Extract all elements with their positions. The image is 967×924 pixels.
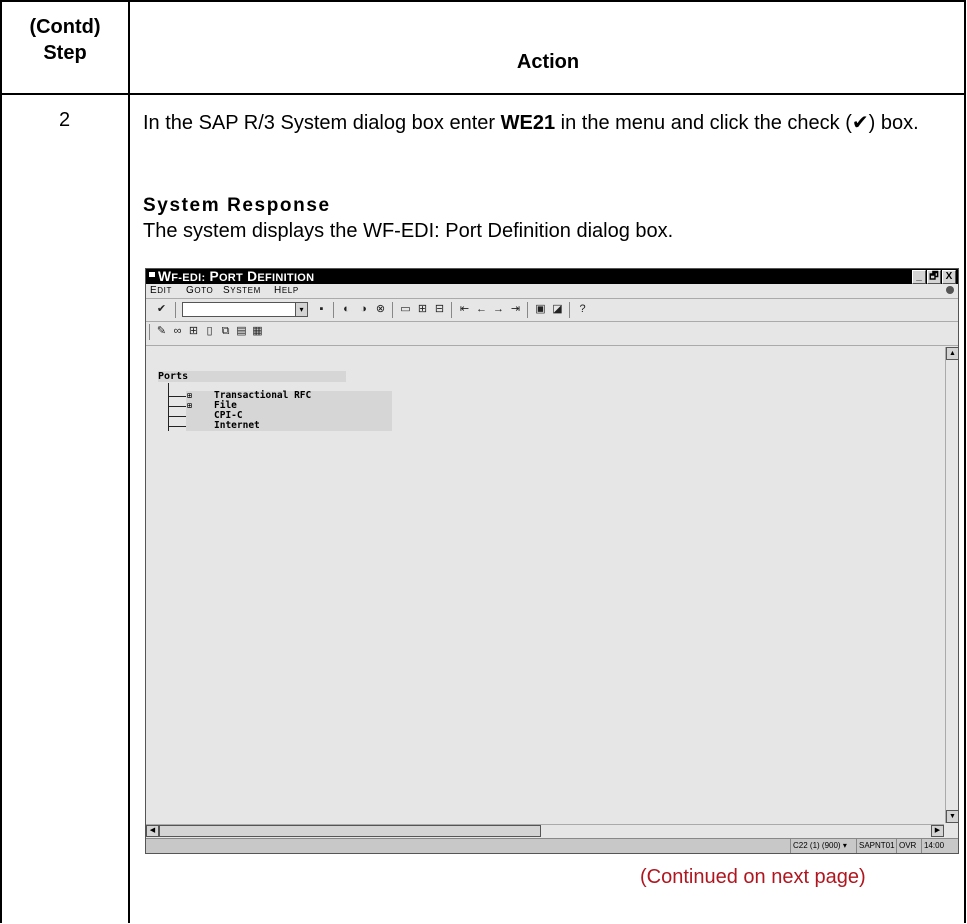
toolbar-separator [392,302,393,318]
step-column-header: (Contd) Step [8,14,122,66]
restore-button[interactable]: 🗗 [927,270,941,284]
scroll-up-icon[interactable]: ▲ [946,347,958,360]
tree-connector [168,396,186,397]
find-icon[interactable]: ⊞ [415,302,430,317]
delete-icon[interactable]: ▯ [202,324,217,339]
status-server: SAPNT01 [856,839,897,853]
back-icon[interactable]: ◐ [339,302,354,317]
cancel-icon[interactable]: ⊗ [373,302,388,317]
vertical-scrollbar[interactable]: ▲ ▼ [945,347,958,823]
change-icon[interactable]: ✎ [154,324,169,339]
scroll-left-icon[interactable]: ◀ [146,825,159,837]
status-time: 14:00 [921,839,946,853]
menu-goto[interactable]: GOTO [186,284,213,297]
next-page-icon[interactable]: → [491,302,506,317]
exit-icon[interactable]: ◑ [356,302,371,317]
enter-icon[interactable]: ✔ [154,302,169,317]
tree-connector [168,383,169,431]
instruction-pre: In the SAP R/3 System dialog box enter [143,112,501,134]
status-mode: OVR [896,839,918,853]
toolbar-separator [451,302,452,318]
tree-node-internet[interactable]: Internet [186,421,392,431]
copy-icon[interactable]: ⧉ [218,324,233,339]
expand-icon[interactable]: ▦ [250,324,265,339]
system-response-text: The system displays the WF-EDI: Port Def… [143,220,674,242]
window-controls: _ 🗗 X [912,270,956,284]
table-border-left [0,0,2,923]
find-next-icon[interactable]: ⊟ [432,302,447,317]
help-icon[interactable]: ? [575,302,590,317]
instruction-post: in the menu and click the check (✔) box. [555,112,919,134]
horizontal-scrollbar[interactable]: ◀ ▶ [146,824,944,837]
sap-window: WF-EDI: PORT DEFINITION _ 🗗 X EDIT GOTO SY… [145,268,959,854]
toolbar-separator [333,302,334,318]
window-menu-icon[interactable] [149,272,155,277]
first-page-icon[interactable]: ⇤ [457,302,472,317]
menu-bar: EDIT GOTO SYSTEM HELP [146,284,958,297]
transaction-code: WE21 [500,112,556,134]
menu-system[interactable]: SYSTEM [223,284,261,297]
window-titlebar[interactable]: WF-EDI: PORT DEFINITION _ 🗗 X [146,269,958,284]
standard-toolbar: ✔ ▾ ▪ ◐ ◑ ⊗ ▭ ⊞ ⊟ ⇤ ← → ⇥ ▣ ◪ ? [146,298,958,322]
command-field-dropdown[interactable]: ▾ [295,302,308,317]
save-icon[interactable]: ▪ [314,302,329,317]
menu-edit[interactable]: EDIT [150,284,172,297]
command-field[interactable] [182,302,296,317]
continued-note: (Continued on next page) [640,866,866,888]
step-header-line2: Step [43,42,87,64]
tree-connector [168,406,186,407]
print-icon[interactable]: ▭ [398,302,413,317]
menu-help[interactable]: HELP [274,284,299,297]
scroll-down-icon[interactable]: ▼ [946,810,958,823]
status-system[interactable]: C22 (1) (900) ▾ [790,839,849,853]
table-header-divider [0,93,966,95]
action-column-header: Action [516,51,580,73]
toolbar-separator [175,302,176,318]
prev-page-icon[interactable]: ← [474,302,489,317]
table-column-divider [128,0,130,923]
system-response-heading: System Response [143,195,331,216]
display-icon[interactable]: ∞ [170,324,185,339]
tree-connector [168,426,186,427]
chevron-down-icon[interactable]: ▾ [843,841,847,850]
shortcut-icon[interactable]: ◪ [550,302,565,317]
sap-logo-icon [946,286,954,294]
expand-node-icon[interactable]: ⊞ [187,401,192,411]
close-button[interactable]: X [942,270,956,284]
expand-node-icon[interactable]: ⊞ [187,391,192,401]
toolbar-separator [569,302,570,318]
minimize-button[interactable]: _ [912,270,926,284]
scroll-right-icon[interactable]: ▶ [931,825,944,837]
status-bar: C22 (1) (900) ▾ SAPNT01 OVR 14:00 [146,838,958,853]
last-page-icon[interactable]: ⇥ [508,302,523,317]
tree-connector [168,416,186,417]
step-number: 2 [58,109,71,131]
tree-root-ports[interactable]: Ports [158,371,346,382]
application-toolbar: ✎ ∞ ⊞ ▯ ⧉ ▤ ▦ [146,321,958,346]
save-layout-icon[interactable]: ▤ [234,324,249,339]
table-border-right [964,0,966,923]
step-header-line1: (Contd) [29,16,101,38]
create-session-icon[interactable]: ▣ [533,302,548,317]
toolbar-separator [149,324,150,340]
tree-node-label: Internet [214,420,260,431]
toolbar-separator [527,302,528,318]
status-system-text: C22 (1) (900) [793,841,841,850]
tree-work-area: Ports ⊞ Transactional RFC ⊞ File CPI-C I… [146,347,944,823]
document-table: (Contd) Step Action 2 In the SAP R/3 Sys… [0,0,966,923]
instruction-text: In the SAP R/3 System dialog box enter W… [143,109,943,138]
horizontal-scroll-thumb[interactable] [159,825,541,837]
table-border-top [0,0,966,2]
find-icon[interactable]: ⊞ [186,324,201,339]
